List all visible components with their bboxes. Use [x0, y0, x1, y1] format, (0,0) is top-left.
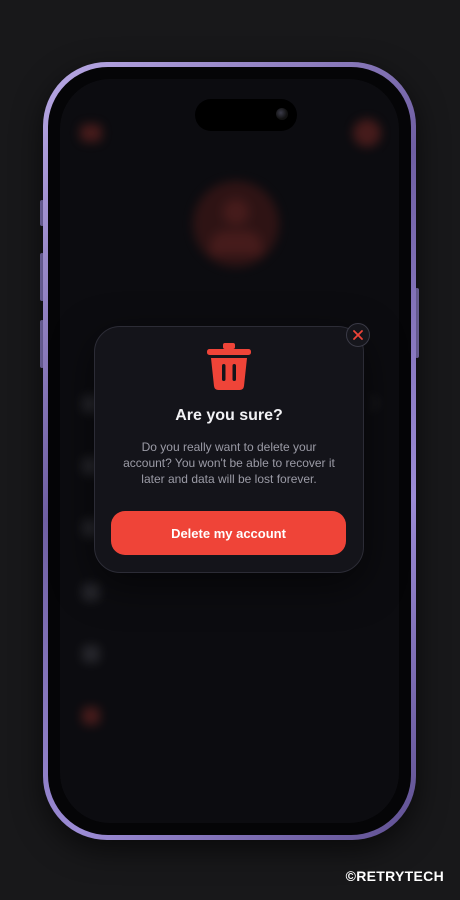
dialog-title: Are you sure? — [175, 407, 283, 424]
close-button[interactable] — [346, 323, 370, 347]
close-icon — [353, 330, 363, 340]
dynamic-island — [195, 99, 297, 131]
dialog-message: Do you really want to delete your accoun… — [123, 440, 335, 486]
watermark: ©RETRYTECH — [345, 868, 444, 884]
trash-icon — [207, 343, 251, 390]
camera-icon — [276, 108, 288, 120]
stage: Are you sure? Do you really want to dele… — [0, 0, 460, 900]
delete-account-button[interactable]: Delete my account — [111, 511, 346, 555]
